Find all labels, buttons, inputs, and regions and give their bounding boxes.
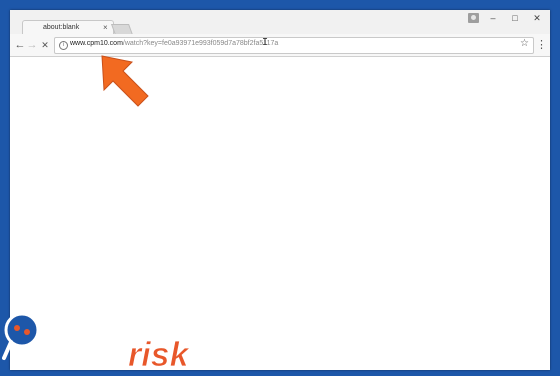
watermark-pc-text: PC [46, 316, 120, 374]
stop-reload-button[interactable]: ✕ [38, 38, 52, 52]
magnifier-logo-icon [2, 312, 40, 360]
info-icon[interactable]: i [59, 41, 68, 50]
minimize-button[interactable]: – [486, 12, 500, 24]
url-text[interactable]: www.cpm10.com/watch?key=fe0a93971e993f05… [70, 40, 278, 47]
url-domain: www.cpm10.com [70, 40, 123, 47]
tab-close-icon[interactable]: × [103, 23, 108, 33]
watermark-risk-text: risk [128, 336, 191, 374]
menu-icon[interactable]: ⋮ [536, 38, 547, 52]
maximize-button[interactable]: □ [508, 12, 522, 24]
tab-title: about:blank [43, 24, 80, 31]
text-cursor-icon: I [262, 37, 269, 48]
forward-button[interactable]: → [25, 38, 39, 52]
orange-arrow-icon [101, 55, 149, 107]
title-bar: about:blank × – □ ✕ [10, 10, 550, 37]
profile-icon[interactable] [468, 13, 479, 23]
close-window-button[interactable]: ✕ [530, 12, 544, 24]
pcrisk-watermark: PC risk [2, 312, 191, 375]
url-path: /watch?key=fe0a93971e993f059d7a78bf2fa51… [122, 40, 279, 47]
bookmark-star-icon[interactable]: ☆ [520, 38, 529, 49]
toolbar: ← → ✕ i www.cpm10.com/watch?key=fe0a9397… [10, 34, 550, 57]
